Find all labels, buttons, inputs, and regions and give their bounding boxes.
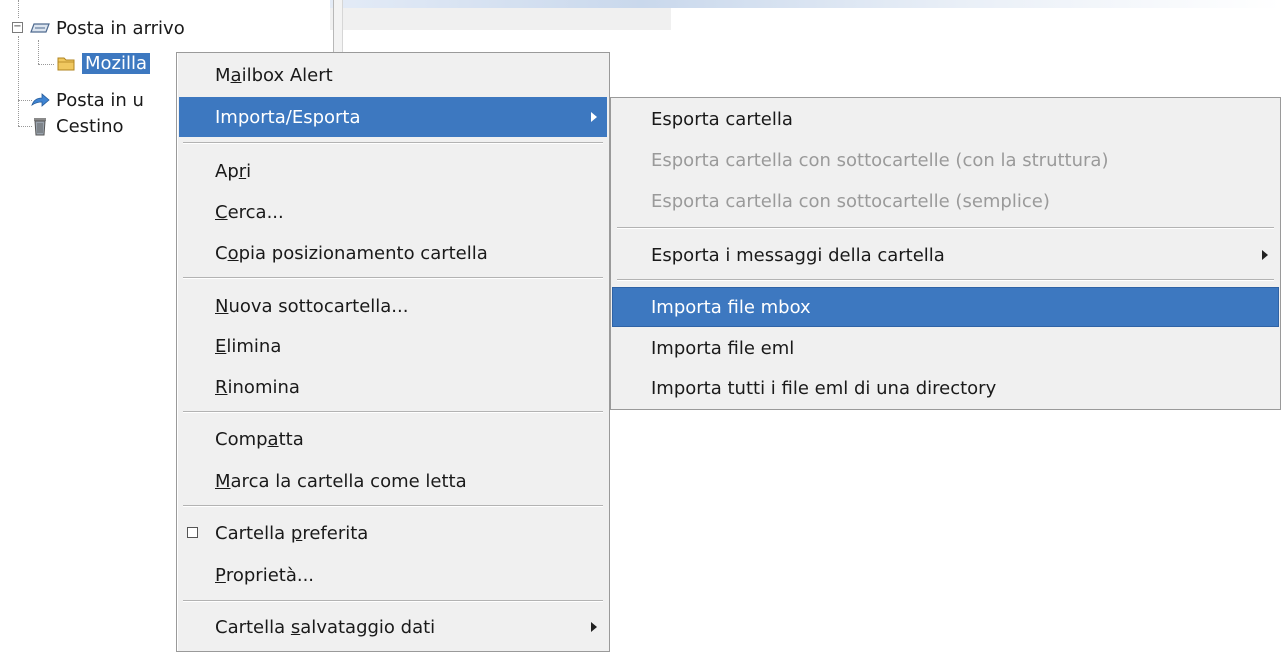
menu-accelerator: p [290,522,303,544]
menu-label: Esporta cartella con sottocartelle (con … [651,149,1109,171]
menu-label: referita [302,522,369,544]
menu-accelerator: r [238,160,247,182]
importa-esporta-submenu: Esporta cartella Esporta cartella con so… [610,97,1281,410]
menu-label: ilbox Alert [241,64,333,86]
menu-item-importa-esporta[interactable]: Importa/Esporta [179,97,607,137]
tree-item-inbox[interactable]: Posta in arrivo [30,15,185,41]
menu-label: limina [226,335,282,357]
menu-label: M [215,64,231,86]
menu-accelerator: P [215,564,226,586]
menu-label: Comp [215,428,268,450]
menu-label: alvataggio dati [300,616,436,638]
menu-item-salvataggio-dati[interactable]: Cartella s alvataggio dati [179,607,607,647]
menu-accelerator: E [215,335,227,357]
menu-item-proprieta[interactable]: Proprietà... [179,555,607,595]
tree-item-mozilla[interactable]: Mozilla [56,50,151,76]
submenu-item-esporta-semplice: Esporta cartella con sottocartelle (semp… [613,181,1278,221]
tree-line [38,40,39,64]
submenu-item-esporta-messaggi[interactable]: Esporta i messaggi della cartella [613,235,1278,275]
menu-label: Cartella [215,522,291,544]
menu-separator [183,142,603,144]
menu-label: pia posizionamento cartella [238,242,488,264]
sent-arrow-icon [30,90,50,110]
submenu-item-esporta-cartella[interactable]: Esporta cartella [613,99,1278,139]
menu-label: arca la cartella come letta [230,470,467,492]
tree-item-label: Mozilla [82,52,151,74]
menu-item-marca-letta[interactable]: Marca la cartella come letta [179,461,607,501]
inbox-tray-icon [30,18,50,38]
submenu-item-importa-eml[interactable]: Importa file eml [613,328,1278,368]
menu-label: erca... [227,201,284,223]
menu-separator [183,277,603,279]
menu-item-cerca[interactable]: Cerca... [179,192,607,232]
menu-separator [183,411,603,413]
submenu-item-esporta-struttura: Esporta cartella con sottocartelle (con … [613,140,1278,180]
submenu-arrow-icon [1262,250,1268,260]
menu-item-copia-posizionamento[interactable]: Co pia posizionamento cartella [179,233,607,273]
menu-label: Cartella [215,616,291,638]
menu-label: Importa file mbox [651,296,811,318]
menu-label: tta [278,428,304,450]
menu-separator [183,505,603,507]
menu-accelerator: a [230,64,242,86]
menu-item-elimina[interactable]: Elimina [179,326,607,366]
tree-item-sent[interactable]: Posta in u [30,87,144,113]
folder-icon [56,53,76,73]
menu-accelerator: N [215,295,229,317]
tree-line [18,36,19,126]
tree-item-label: Posta in u [56,89,144,111]
menu-label: Importa file eml [651,337,795,359]
tree-line [38,64,54,65]
menu-label: Esporta cartella [651,108,793,130]
submenu-arrow-icon [591,622,597,632]
menu-label: uova sottocartella... [228,295,409,317]
tree-item-trash[interactable]: Cestino [30,113,124,139]
menu-accelerator: s [290,616,301,638]
menu-accelerator: o [227,242,239,264]
menu-label: Importa tutti i file eml di una director… [651,377,997,399]
menu-item-nuova-sottocartella[interactable]: Nuova sottocartella... [179,286,607,326]
menu-accelerator: R [215,376,228,398]
menu-separator [183,600,603,602]
menu-label: Esporta i messaggi della cartella [651,244,945,266]
menu-label: inomina [227,376,300,398]
submenu-item-importa-directory[interactable]: Importa tutti i file eml di una director… [613,368,1278,408]
trash-icon [30,116,50,136]
menu-item-rinomina[interactable]: Rinomina [179,367,607,407]
tree-line [18,0,19,18]
menu-item-compatta[interactable]: Comp a tta [179,419,607,459]
menu-separator [617,227,1274,229]
menu-item-mailbox-alert[interactable]: Ma ilbox Alert [179,55,607,95]
menu-label: Importa/Esporta [215,106,361,128]
submenu-item-importa-mbox[interactable]: Importa file mbox [612,287,1279,327]
menu-label: i [246,160,252,182]
checkbox-icon[interactable] [187,527,198,538]
tree-item-label: Posta in arrivo [56,17,185,39]
menu-accelerator: a [267,428,279,450]
menu-label: Esporta cartella con sottocartelle (semp… [651,190,1050,212]
menu-label: Ap [215,160,239,182]
tree-item-label: Cestino [56,115,124,137]
menu-label: C [215,242,228,264]
menu-accelerator: C [215,201,228,223]
menu-item-apri[interactable]: Ap r i [179,151,607,191]
submenu-arrow-icon [591,112,597,122]
menu-accelerator: M [215,470,231,492]
menu-label: roprietà... [225,564,315,586]
folder-context-menu: Ma ilbox Alert Importa/Esporta Ap r i Cerca… [176,52,610,652]
menu-item-cartella-preferita[interactable]: Cartella p referita [179,513,607,553]
collapse-toggle[interactable]: − [12,22,23,33]
menu-separator [617,279,1274,281]
